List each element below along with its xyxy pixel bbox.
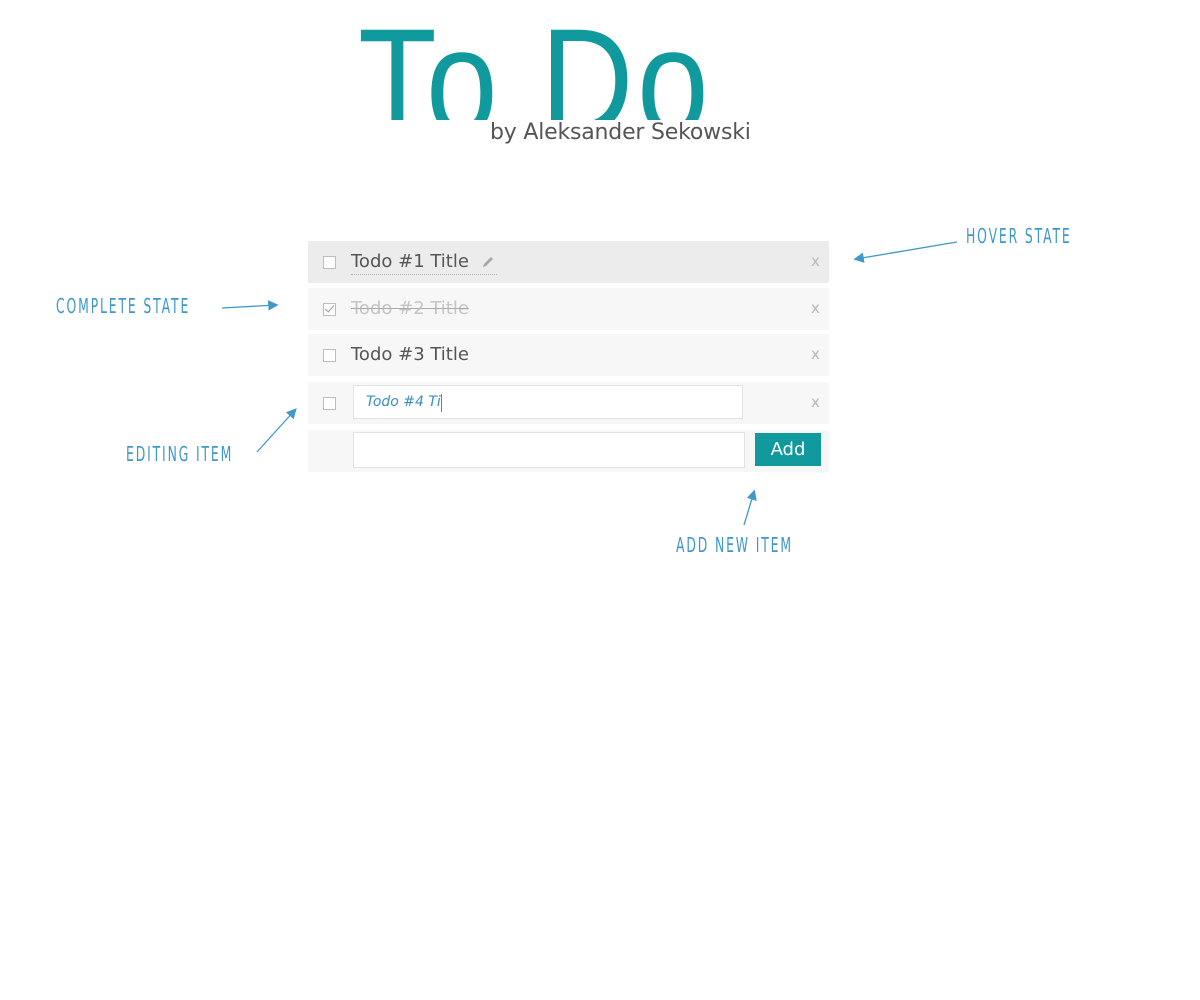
arrow-icon [743, 489, 757, 526]
arrow-icon [221, 300, 279, 311]
annotation-arrows [221, 241, 958, 526]
arrow-icon [256, 408, 297, 453]
arrow-icon [853, 241, 958, 263]
